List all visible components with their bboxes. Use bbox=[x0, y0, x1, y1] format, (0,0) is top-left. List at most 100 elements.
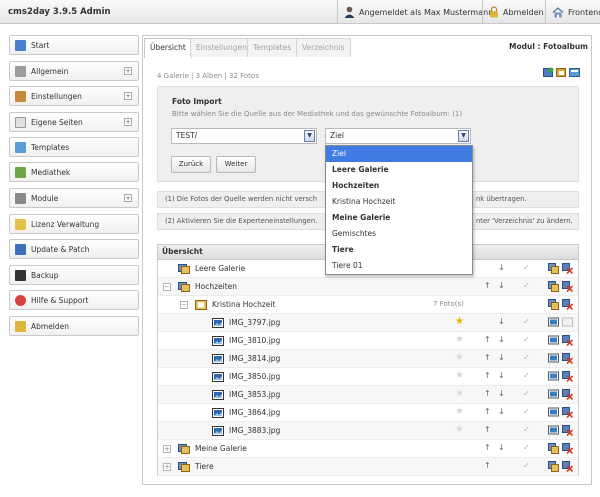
dropdown-option[interactable]: Tiere 01 bbox=[326, 258, 472, 274]
dropdown-option[interactable]: Hochzeiten bbox=[326, 178, 472, 194]
album-row[interactable]: − Kristina Hochzeit 7 Foto(s) bbox=[158, 296, 578, 314]
dropdown-option[interactable]: Tiere bbox=[326, 242, 472, 258]
row-label[interactable]: IMG_3883.jpg bbox=[229, 426, 280, 435]
add-gallery-icon[interactable] bbox=[543, 67, 554, 78]
sidebar-item-templates[interactable]: Templates bbox=[9, 137, 139, 157]
edit-icon[interactable] bbox=[548, 407, 559, 418]
set-cover-star-icon[interactable]: ★ bbox=[455, 334, 464, 345]
delete-icon[interactable] bbox=[562, 317, 573, 328]
photo-row[interactable]: IMG_3810.jpg ★ ↑ ↓ ✓ bbox=[158, 332, 578, 350]
source-select[interactable]: TEST/ ▼ bbox=[171, 128, 317, 144]
photo-row[interactable]: IMG_3850.jpg ★ ↑ ↓ ✓ bbox=[158, 368, 578, 386]
delete-icon[interactable] bbox=[562, 263, 573, 274]
edit-icon[interactable] bbox=[548, 425, 559, 436]
delete-icon[interactable] bbox=[562, 443, 573, 454]
settings-icon[interactable] bbox=[569, 67, 580, 78]
edit-icon[interactable] bbox=[548, 353, 559, 364]
sidebar-item-lizenz[interactable]: Lizenz Verwaltung bbox=[9, 214, 139, 234]
set-cover-star-icon[interactable]: ★ bbox=[455, 352, 464, 363]
set-cover-star-icon[interactable]: ★ bbox=[455, 406, 464, 417]
row-label[interactable]: IMG_3853.jpg bbox=[229, 390, 280, 399]
gallery-row[interactable]: + Tiere ↑ ✓ bbox=[158, 458, 578, 476]
row-label[interactable]: IMG_3797.jpg bbox=[229, 318, 280, 327]
sidebar-item-hilfe[interactable]: Hilfe & Support bbox=[9, 290, 139, 310]
move-up-icon[interactable]: ↑ bbox=[484, 371, 491, 380]
active-check-icon[interactable]: ✓ bbox=[523, 353, 530, 362]
move-down-icon[interactable]: ↓ bbox=[498, 281, 505, 290]
tab-templates[interactable]: Templates bbox=[247, 38, 298, 57]
set-cover-star-icon[interactable]: ★ bbox=[455, 370, 464, 381]
edit-icon[interactable] bbox=[548, 335, 559, 346]
tab-overview[interactable]: Übersicht bbox=[144, 38, 192, 58]
sidebar-item-allgemein[interactable]: Allgemein + bbox=[9, 61, 139, 81]
active-check-icon[interactable]: ✓ bbox=[523, 425, 530, 434]
move-down-icon[interactable]: ↓ bbox=[498, 443, 505, 452]
edit-icon[interactable] bbox=[548, 299, 559, 310]
row-label[interactable]: Kristina Hochzeit bbox=[212, 300, 275, 309]
move-up-icon[interactable]: ↑ bbox=[484, 281, 491, 290]
set-cover-star-icon[interactable]: ★ bbox=[455, 388, 464, 399]
row-label[interactable]: IMG_3864.jpg bbox=[229, 408, 280, 417]
collapse-icon[interactable]: − bbox=[163, 283, 171, 291]
active-check-icon[interactable]: ✓ bbox=[523, 263, 530, 272]
edit-icon[interactable] bbox=[548, 317, 559, 328]
row-label[interactable]: IMG_3850.jpg bbox=[229, 372, 280, 381]
cover-star-icon[interactable]: ★ bbox=[455, 316, 464, 327]
sidebar-item-update[interactable]: Update & Patch bbox=[9, 239, 139, 259]
gallery-row[interactable]: + Meine Galerie ↑ ↓ ✓ bbox=[158, 440, 578, 458]
sidebar-item-abmelden[interactable]: Abmelden bbox=[9, 316, 139, 336]
active-check-icon[interactable]: ✓ bbox=[523, 443, 530, 452]
move-up-icon[interactable]: ↑ bbox=[484, 353, 491, 362]
move-up-icon[interactable]: ↑ bbox=[484, 425, 491, 434]
active-check-icon[interactable]: ✓ bbox=[523, 317, 530, 326]
active-check-icon[interactable]: ✓ bbox=[523, 371, 530, 380]
sidebar-item-module[interactable]: Module + bbox=[9, 188, 139, 208]
sidebar-item-start[interactable]: Start bbox=[9, 35, 139, 55]
photo-row[interactable]: IMG_3864.jpg ★ ↑ ↓ ✓ bbox=[158, 404, 578, 422]
row-label[interactable]: Tiere bbox=[195, 462, 214, 471]
delete-icon[interactable] bbox=[562, 335, 573, 346]
dropdown-option[interactable]: Ziel bbox=[326, 146, 472, 162]
active-check-icon[interactable]: ✓ bbox=[523, 281, 530, 290]
edit-icon[interactable] bbox=[548, 281, 559, 292]
delete-icon[interactable] bbox=[562, 425, 573, 436]
row-label[interactable]: IMG_3814.jpg bbox=[229, 354, 280, 363]
edit-icon[interactable] bbox=[548, 263, 559, 274]
expand-icon[interactable]: + bbox=[163, 445, 171, 453]
move-down-icon[interactable]: ↓ bbox=[498, 263, 505, 272]
move-down-icon[interactable]: ↓ bbox=[498, 317, 505, 326]
move-up-icon[interactable]: ↑ bbox=[484, 461, 491, 470]
delete-icon[interactable] bbox=[562, 353, 573, 364]
edit-icon[interactable] bbox=[548, 443, 559, 454]
collapse-icon[interactable]: − bbox=[180, 301, 188, 309]
row-label[interactable]: IMG_3810.jpg bbox=[229, 336, 280, 345]
move-up-icon[interactable]: ↑ bbox=[484, 443, 491, 452]
active-check-icon[interactable]: ✓ bbox=[523, 407, 530, 416]
delete-icon[interactable] bbox=[562, 371, 573, 382]
frontend-button[interactable]: Frontend bbox=[545, 0, 600, 24]
target-select[interactable]: Ziel ▼ bbox=[325, 128, 471, 144]
gallery-row[interactable]: − Hochzeiten ↑ ↓ ✓ bbox=[158, 278, 578, 296]
edit-icon[interactable] bbox=[548, 461, 559, 472]
edit-icon[interactable] bbox=[548, 371, 559, 382]
photo-row[interactable]: IMG_3797.jpg ★ ↓ ✓ bbox=[158, 314, 578, 332]
active-check-icon[interactable]: ✓ bbox=[523, 389, 530, 398]
row-label[interactable]: Meine Galerie bbox=[195, 444, 247, 453]
delete-icon[interactable] bbox=[562, 407, 573, 418]
expand-icon[interactable]: + bbox=[124, 118, 132, 126]
move-up-icon[interactable]: ↑ bbox=[484, 335, 491, 344]
delete-icon[interactable] bbox=[562, 461, 573, 472]
dropdown-option[interactable]: Meine Galerie bbox=[326, 210, 472, 226]
active-check-icon[interactable]: ✓ bbox=[523, 461, 530, 470]
sidebar-item-mediathek[interactable]: Mediathek bbox=[9, 162, 139, 182]
edit-icon[interactable] bbox=[548, 389, 559, 400]
tab-settings[interactable]: Einstellungen bbox=[190, 38, 253, 57]
delete-icon[interactable] bbox=[562, 281, 573, 292]
delete-icon[interactable] bbox=[562, 299, 573, 310]
sidebar-item-backup[interactable]: Backup bbox=[9, 265, 139, 285]
import-icon[interactable] bbox=[556, 67, 567, 78]
set-cover-star-icon[interactable]: ★ bbox=[455, 424, 464, 435]
active-check-icon[interactable]: ✓ bbox=[523, 335, 530, 344]
move-up-icon[interactable]: ↑ bbox=[484, 407, 491, 416]
expand-icon[interactable]: + bbox=[124, 92, 132, 100]
